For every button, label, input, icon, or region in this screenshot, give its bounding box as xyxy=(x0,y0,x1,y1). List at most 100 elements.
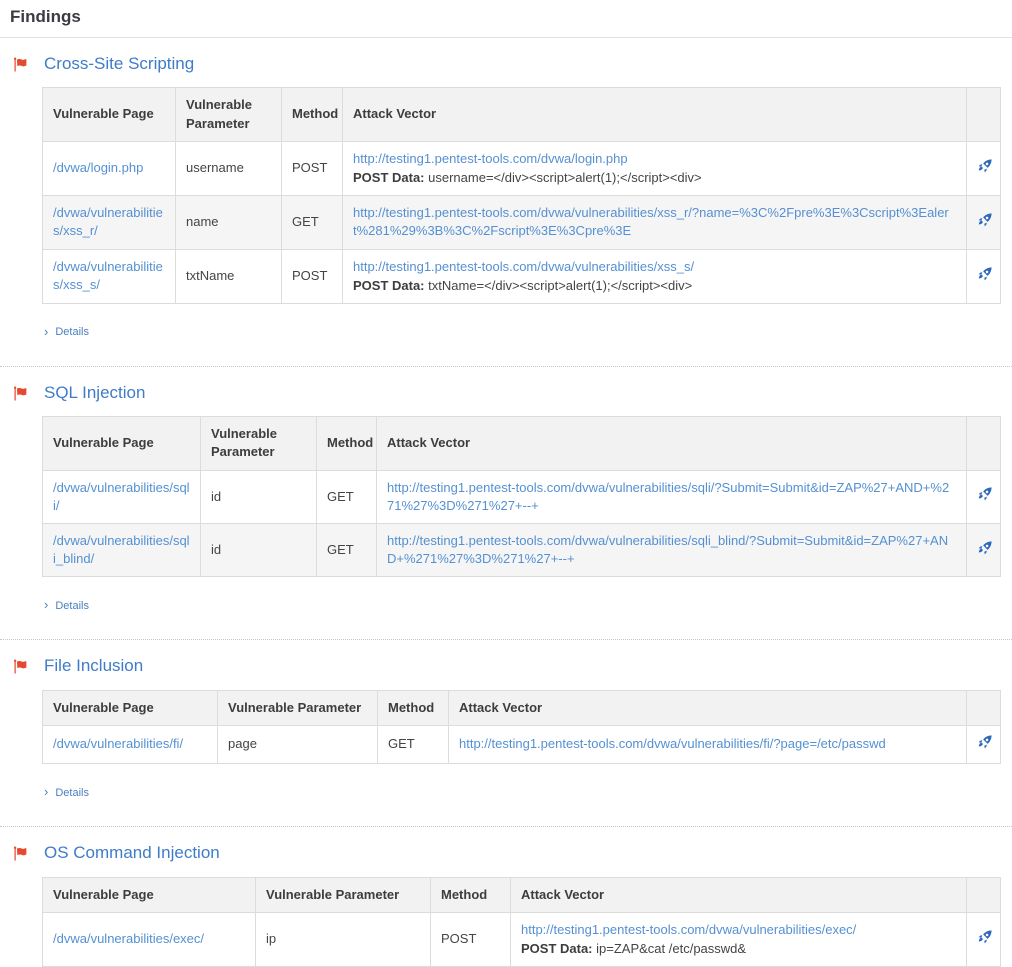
details-label: Details xyxy=(55,326,89,338)
section-title-link[interactable]: OS Command Injection xyxy=(44,843,220,863)
attack-vector-cell: http://testing1.pentest-tools.com/dvwa/v… xyxy=(377,470,967,523)
rocket-icon xyxy=(977,540,993,556)
section-title-link[interactable]: File Inclusion xyxy=(44,656,143,676)
table-row: /dvwa/vulnerabilities/sqli_blind/ id GET… xyxy=(43,524,1001,577)
post-data-value: username=</div><script>alert(1);</script… xyxy=(428,170,702,185)
details-label: Details xyxy=(55,787,89,799)
page-header: Findings xyxy=(0,0,1012,27)
attack-vector-cell: http://testing1.pentest-tools.com/dvwa/v… xyxy=(449,725,967,763)
flag-icon xyxy=(12,385,29,402)
rocket-icon xyxy=(977,486,993,502)
vulnerable-parameter-cell: id xyxy=(201,524,317,577)
exploit-cell xyxy=(967,141,1001,195)
attack-vector-link[interactable]: http://testing1.pentest-tools.com/dvwa/v… xyxy=(387,533,948,566)
post-data-line: POST Data: ip=ZAP&cat /etc/passwd& xyxy=(521,940,956,958)
exploit-cell xyxy=(967,725,1001,763)
section-cross-site-scripting: Cross-Site Scripting Vulnerable Page Vul… xyxy=(0,38,1012,340)
vulnerable-page-cell: /dvwa/vulnerabilities/xss_s/ xyxy=(43,249,176,303)
attack-vector-cell: http://testing1.pentest-tools.com/dvwa/v… xyxy=(343,196,967,249)
details-link[interactable]: › Details xyxy=(44,599,89,612)
vulnerable-page-link[interactable]: /dvwa/vulnerabilities/exec/ xyxy=(53,931,204,946)
details-label: Details xyxy=(55,600,89,612)
attack-vector-link[interactable]: http://testing1.pentest-tools.com/dvwa/v… xyxy=(387,480,949,513)
rocket-icon xyxy=(977,158,993,174)
vulnerable-page-link[interactable]: /dvwa/vulnerabilities/fi/ xyxy=(53,736,183,751)
method-cell: POST xyxy=(431,912,511,966)
post-data-label: POST Data: xyxy=(353,170,425,185)
method-cell: GET xyxy=(317,470,377,523)
vulnerable-page-link[interactable]: /dvwa/login.php xyxy=(53,160,143,175)
attack-vector-link[interactable]: http://testing1.pentest-tools.com/dvwa/l… xyxy=(353,151,628,166)
flag-icon xyxy=(12,56,29,73)
attack-vector-link[interactable]: http://testing1.pentest-tools.com/dvwa/v… xyxy=(353,205,949,238)
table-row: /dvwa/vulnerabilities/fi/ page GET http:… xyxy=(43,725,1001,763)
xss-findings-table: Vulnerable Page Vulnerable Parameter Met… xyxy=(42,87,1001,304)
exploit-rocket-button[interactable] xyxy=(977,734,993,750)
flag-icon xyxy=(12,845,29,862)
vulnerable-page-link[interactable]: /dvwa/vulnerabilities/xss_s/ xyxy=(53,259,163,292)
exploit-rocket-button[interactable] xyxy=(977,540,993,556)
table-row: /dvwa/vulnerabilities/xss_r/ name GET ht… xyxy=(43,196,1001,249)
vulnerable-parameter-cell: page xyxy=(218,725,378,763)
column-header-actions xyxy=(967,877,1001,912)
method-cell: GET xyxy=(282,196,343,249)
vulnerable-page-link[interactable]: /dvwa/vulnerabilities/sqli/ xyxy=(53,480,190,513)
table-header-row: Vulnerable Page Vulnerable Parameter Met… xyxy=(43,877,1001,912)
details-link[interactable]: ›Details xyxy=(44,326,89,339)
column-header-attack-vector: Attack Vector xyxy=(511,877,967,912)
section-heading: File Inclusion xyxy=(12,656,1000,676)
attack-vector-cell: http://testing1.pentest-tools.com/dvwa/v… xyxy=(377,524,967,577)
exploit-rocket-button[interactable] xyxy=(977,929,993,945)
details-row: ›Details xyxy=(44,786,1000,800)
vulnerable-page-link[interactable]: /dvwa/vulnerabilities/sqli_blind/ xyxy=(53,533,190,566)
column-header-attack-vector: Attack Vector xyxy=(343,88,967,141)
post-data-label: POST Data: xyxy=(521,941,593,956)
section-heading: SQL Injection xyxy=(12,383,1000,403)
attack-vector-cell: http://testing1.pentest-tools.com/dvwa/v… xyxy=(511,912,967,966)
exploit-rocket-button[interactable] xyxy=(977,486,993,502)
column-header-actions xyxy=(967,417,1001,470)
exploit-rocket-button[interactable] xyxy=(977,212,993,228)
exploit-cell xyxy=(967,912,1001,966)
attack-vector-link[interactable]: http://testing1.pentest-tools.com/dvwa/v… xyxy=(521,922,856,937)
column-header-vulnerable-parameter: Vulnerable Parameter xyxy=(256,877,431,912)
section-os-command-injection: OS Command Injection Vulnerable Page Vul… xyxy=(0,827,1012,967)
post-data-line: POST Data: username=</div><script>alert(… xyxy=(353,169,956,187)
exploit-rocket-button[interactable] xyxy=(977,158,993,174)
rocket-icon xyxy=(977,734,993,750)
vulnerable-page-cell: /dvwa/login.php xyxy=(43,141,176,195)
column-header-method: Method xyxy=(282,88,343,141)
file-inclusion-findings-table: Vulnerable Page Vulnerable Parameter Met… xyxy=(42,690,1001,764)
post-data-line: POST Data: txtName=</div><script>alert(1… xyxy=(353,277,956,295)
column-header-vulnerable-page: Vulnerable Page xyxy=(43,690,218,725)
attack-vector-cell: http://testing1.pentest-tools.com/dvwa/l… xyxy=(343,141,967,195)
vulnerable-parameter-cell: ip xyxy=(256,912,431,966)
column-header-attack-vector: Attack Vector xyxy=(449,690,967,725)
attack-vector-link[interactable]: http://testing1.pentest-tools.com/dvwa/v… xyxy=(459,736,886,751)
details-row: ›Details xyxy=(44,326,1000,340)
vulnerable-page-cell: /dvwa/vulnerabilities/sqli/ xyxy=(43,470,201,523)
attack-vector-link[interactable]: http://testing1.pentest-tools.com/dvwa/v… xyxy=(353,259,694,274)
rocket-icon xyxy=(977,929,993,945)
vulnerable-page-link[interactable]: /dvwa/vulnerabilities/xss_r/ xyxy=(53,205,163,238)
chevron-right-icon: › xyxy=(44,598,48,611)
column-header-vulnerable-page: Vulnerable Page xyxy=(43,417,201,470)
table-header-row: Vulnerable Page Vulnerable Parameter Met… xyxy=(43,690,1001,725)
post-data-label: POST Data: xyxy=(353,278,425,293)
table-header-row: Vulnerable Page Vulnerable Parameter Met… xyxy=(43,417,1001,470)
vulnerable-parameter-cell: name xyxy=(176,196,282,249)
vulnerable-parameter-cell: txtName xyxy=(176,249,282,303)
section-title-link[interactable]: SQL Injection xyxy=(44,383,145,403)
section-title-link[interactable]: Cross-Site Scripting xyxy=(44,54,194,74)
post-data-value: ip=ZAP&cat /etc/passwd& xyxy=(596,941,746,956)
column-header-method: Method xyxy=(378,690,449,725)
exploit-cell xyxy=(967,470,1001,523)
method-cell: GET xyxy=(378,725,449,763)
section-heading: OS Command Injection xyxy=(12,843,1000,863)
vulnerable-page-cell: /dvwa/vulnerabilities/exec/ xyxy=(43,912,256,966)
exploit-rocket-button[interactable] xyxy=(977,266,993,282)
details-link[interactable]: ›Details xyxy=(44,786,89,799)
table-row: /dvwa/vulnerabilities/xss_s/ txtName POS… xyxy=(43,249,1001,303)
column-header-actions xyxy=(967,690,1001,725)
column-header-actions xyxy=(967,88,1001,141)
